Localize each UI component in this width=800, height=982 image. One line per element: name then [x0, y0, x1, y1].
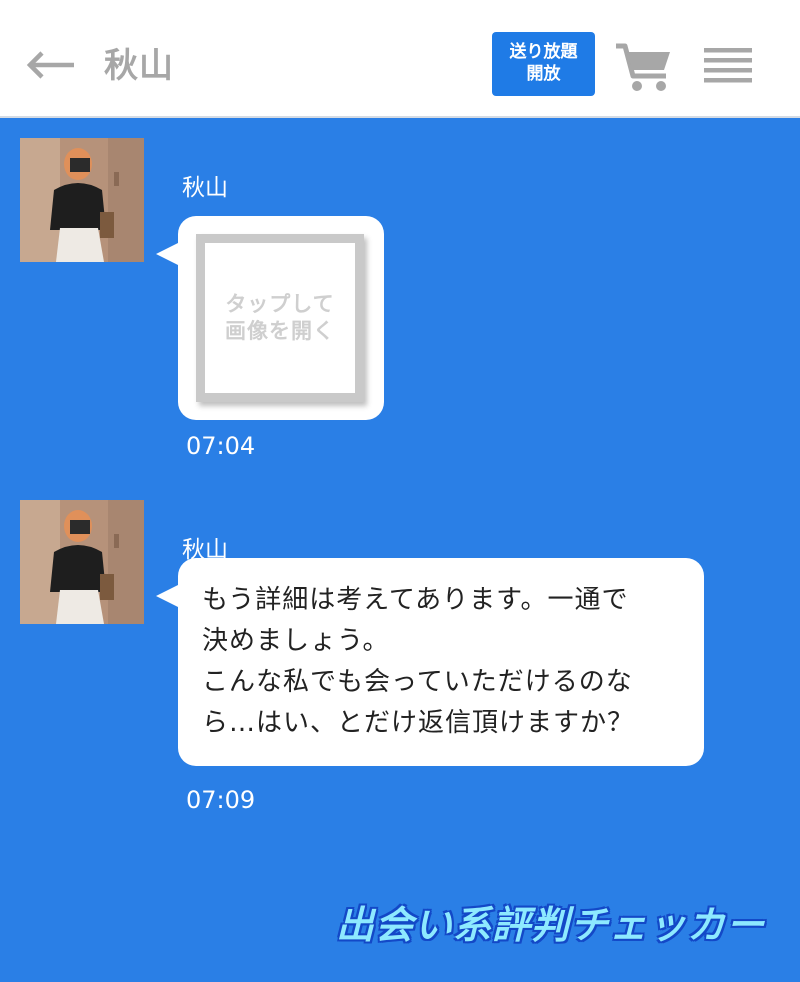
unlimited-send-button[interactable]: 送り放題 開放 — [492, 32, 595, 96]
sender-name: 秋山 — [182, 175, 228, 201]
back-button[interactable] — [22, 40, 78, 90]
cart-button[interactable] — [612, 38, 676, 94]
unlimited-send-label-line2: 開放 — [526, 64, 561, 84]
chat-area[interactable]: 秋山 タップして 画像を開く 07:04 秋山 もう詳細は考えてあります。一通で… — [0, 120, 800, 982]
hamburger-menu-icon — [704, 48, 752, 83]
image-placeholder[interactable]: タップして 画像を開く — [196, 234, 364, 402]
chat-partner-name: 秋山 — [104, 46, 174, 86]
message-text-line: こんな私でも会っていただけるのな — [202, 667, 633, 697]
site-watermark: 出会い系評判チェッカー — [336, 903, 766, 947]
image-placeholder-line1: タップして — [225, 292, 335, 316]
image-message-bubble[interactable]: タップして 画像を開く — [156, 216, 384, 420]
message-text-line: ら…はい、とだけ返信頂けますか？ — [202, 708, 635, 738]
unlimited-send-label-line1: 送り放題 — [509, 42, 578, 62]
message-timestamp: 07:09 — [186, 786, 256, 814]
image-placeholder-line2: 画像を開く — [225, 319, 335, 343]
cart-icon — [616, 43, 670, 91]
message-timestamp: 07:04 — [186, 432, 256, 460]
back-arrow-icon — [26, 51, 74, 79]
menu-button[interactable] — [702, 42, 754, 90]
avatar[interactable] — [20, 138, 144, 262]
avatar[interactable] — [20, 500, 144, 624]
app-header: 秋山 送り放題 開放 — [0, 0, 800, 118]
text-message-bubble[interactable]: もう詳細は考えてあります。一通で 決めましょう。 こんな私でも会っていただけるの… — [156, 558, 704, 766]
message-text-line: もう詳細は考えてあります。一通で — [202, 585, 629, 615]
message-text-line: 決めましょう。 — [202, 626, 390, 656]
